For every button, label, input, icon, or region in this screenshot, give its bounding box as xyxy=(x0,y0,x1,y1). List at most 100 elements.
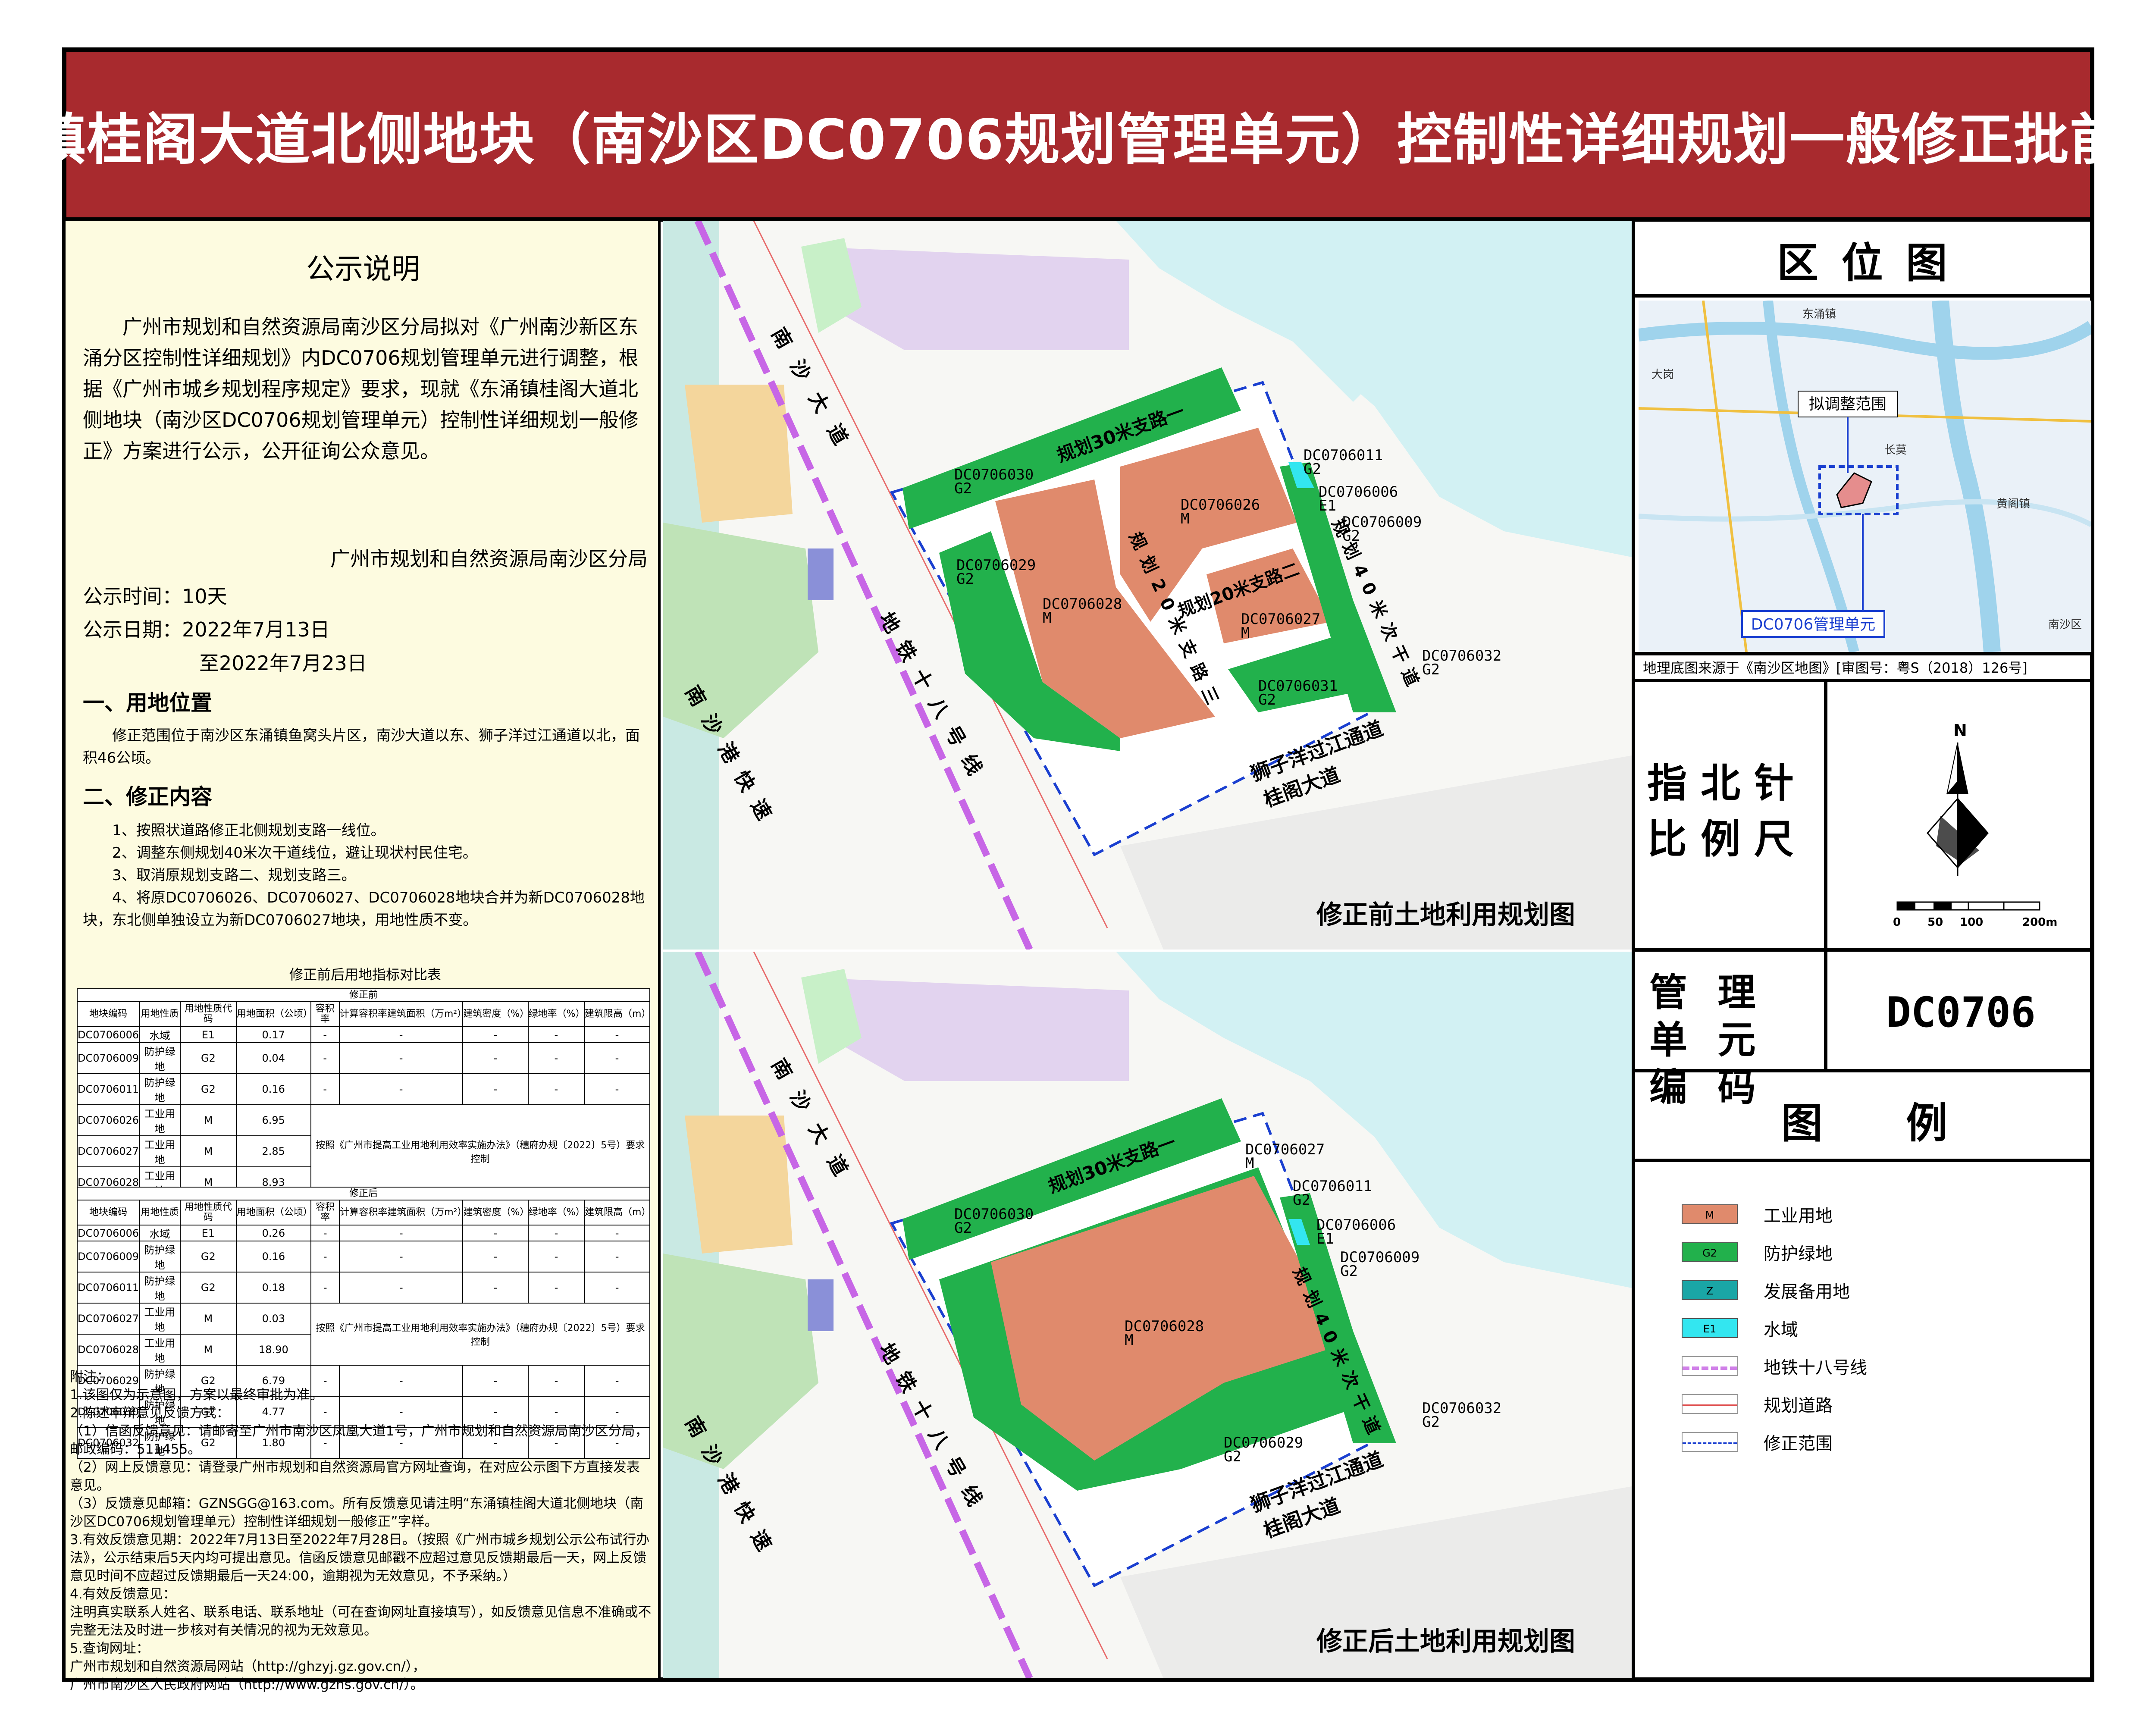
legend-item: 地铁十八号线 xyxy=(1682,1354,1867,1379)
note-line: 3.有效反馈意见期：2022年7月13日至2022年7月28日。（按照《广州市城… xyxy=(70,1532,650,1584)
legend-item: E1 水域 xyxy=(1682,1316,1798,1341)
parcel-type: E1 xyxy=(1319,497,1336,514)
notice-date-to: 至2022年7月23日 xyxy=(199,652,367,675)
table-cell: M xyxy=(179,1303,237,1335)
table-cell: - xyxy=(462,1042,529,1074)
parcel-type: G2 xyxy=(1340,1263,1358,1280)
legend-title: 图 例 xyxy=(1781,1099,1948,1147)
parcel-type: G2 xyxy=(1293,1191,1310,1209)
notice-date-from: 公示日期：2022年7月13日 xyxy=(83,618,330,641)
location-map-box: 区 位 图 拟调整范围 DC0706管理单元 东涌镇 黄阁镇 南沙区 长莫 大岗 xyxy=(1634,221,2094,682)
table-cell: 0.17 xyxy=(235,1026,311,1043)
table-cell: 工业用地 xyxy=(139,1135,181,1167)
parcel-type: G2 xyxy=(1342,527,1360,545)
table-cell: G2 xyxy=(180,1073,237,1105)
table-header: 计算容积率建筑面积（万m²） xyxy=(339,1200,467,1225)
legend-swatch xyxy=(1682,1356,1738,1376)
map-before-drawing: 南沙大道 地铁十八号线 南沙港快速 狮子洋过江通道 桂阁大道 规划30米支路一 … xyxy=(663,221,1632,951)
table-cell: DC0706011 xyxy=(76,1272,140,1304)
legend-swatch: E1 xyxy=(1682,1318,1738,1338)
table-cell: - xyxy=(310,1073,340,1105)
table-cell: - xyxy=(462,1073,529,1105)
legend-item: Z 发展备用地 xyxy=(1682,1278,1850,1303)
table-cell: - xyxy=(339,1225,464,1241)
parcel-code: DC0706027 xyxy=(1245,1141,1325,1158)
note-line: 1.该图仅为示意图，方案以最终审批为准。 xyxy=(70,1387,323,1403)
table-cell: E1 xyxy=(180,1026,237,1043)
table-cell: - xyxy=(339,1272,464,1304)
table-cell: 0.16 xyxy=(235,1073,311,1105)
table-header: 地块编码 xyxy=(76,1001,140,1027)
parcel-type: G2 xyxy=(1422,1413,1440,1431)
title-banner: 东涌镇桂阁大道北侧地块（南沙区DC0706规划管理单元）控制性详细规划一般修正批… xyxy=(0,47,2156,222)
table-cell: - xyxy=(310,1026,340,1043)
table-cell: 防护绿地 xyxy=(139,1241,181,1272)
parcel-type: G2 xyxy=(954,480,972,497)
scale-label: 比 例 尺 xyxy=(1647,816,1794,862)
table-cell: 0.26 xyxy=(235,1225,312,1241)
scale-0: 0 xyxy=(1893,916,1901,929)
table-header: 容积率 xyxy=(310,1200,340,1225)
table-cell: 0.04 xyxy=(235,1042,311,1074)
table-cell: M xyxy=(180,1104,237,1136)
legend-label: 规划道路 xyxy=(1764,1396,1833,1416)
section2-title: 二、修正内容 xyxy=(83,784,212,809)
page-title: 东涌镇桂阁大道北侧地块（南沙区DC0706规划管理单元）控制性详细规划一般修正批… xyxy=(0,107,2156,172)
table-cell: 0.18 xyxy=(235,1272,312,1304)
legend-label: 发展备用地 xyxy=(1764,1282,1850,1302)
table-cell: - xyxy=(584,1272,650,1304)
parcel-type: G2 xyxy=(1258,691,1276,708)
place-dongchong: 东涌镇 xyxy=(1802,308,1836,321)
table-cell: - xyxy=(462,1241,529,1272)
table-row: DC0706026 工业用地 M 6.95 按照《广州市提高工业用地利用效率实施办法》（… xyxy=(76,1104,651,1198)
table-merged-note: 按照《广州市提高工业用地利用效率实施办法》（穗府办规〔2022〕5号）要求控制 xyxy=(310,1104,651,1198)
table-cell: E1 xyxy=(179,1225,237,1241)
parcel-type: M xyxy=(1125,1332,1133,1349)
table-cell: DC0706028 xyxy=(76,1334,140,1366)
parcel-type: G2 xyxy=(1304,461,1321,478)
parcel-type: M xyxy=(1241,624,1250,642)
parcel-code: DC0706028 xyxy=(1125,1318,1204,1335)
table-cell: DC0706006 xyxy=(76,1026,140,1043)
table-cell: 2.85 xyxy=(235,1135,311,1167)
note-line: 5.查询网址： xyxy=(70,1641,150,1656)
table-cell: 工业用地 xyxy=(139,1104,181,1136)
table-cell: M xyxy=(180,1135,237,1167)
table-cell: DC0706011 xyxy=(76,1073,140,1105)
note-line: 附注： xyxy=(70,1369,110,1385)
unit-code: DC0706 xyxy=(1886,988,2036,1037)
table-header: 绿地率（%） xyxy=(527,1001,585,1027)
table-header: 用地面积（公顷） xyxy=(235,1001,313,1027)
legend-swatch: M xyxy=(1682,1204,1738,1224)
place-changmo: 长莫 xyxy=(1884,444,1907,457)
table-cell: 防护绿地 xyxy=(139,1073,181,1105)
table-header: 容积率 xyxy=(310,1001,340,1027)
table-header: 用地性质代码 xyxy=(179,1200,237,1225)
table-cell: - xyxy=(583,1073,651,1105)
table-row: DC0706027 工业用地 M 0.03 按照《广州市提高工业用地利用效率实施办法》（… xyxy=(76,1303,650,1366)
note-line: 2.陈述申辩意见反馈方式： xyxy=(70,1405,230,1421)
table-header: 建筑密度（%） xyxy=(462,1001,529,1027)
note-line: 广州市规划和自然资源局网站（http://ghzyj.gz.gov.cn/）， xyxy=(70,1659,426,1674)
table-cell: - xyxy=(310,1241,340,1272)
parcel-type: E1 xyxy=(1316,1230,1334,1247)
note-line: （1）信函反馈意见：请邮寄至广州市南沙区凤凰大道1号，广州市规划和自然资源局南沙… xyxy=(70,1423,649,1457)
compass-box: 指 北 针 比 例 尺 N 0 50 100 200m xyxy=(1634,682,2094,952)
legend-item: 修正范围 xyxy=(1682,1429,1833,1454)
table-cell: - xyxy=(583,1042,651,1074)
table-cell: - xyxy=(462,1272,529,1304)
compass-label: 指 北 针 xyxy=(1647,760,1794,806)
table-header: 建筑限高（m） xyxy=(584,1200,651,1225)
table-cell: 防护绿地 xyxy=(139,1042,181,1074)
parcel-type: G2 xyxy=(1224,1448,1241,1465)
table-header: 地块编码 xyxy=(76,1200,140,1225)
note-line: 广州市南沙区人民政府网站（http://www.gzns.gov.cn/）。 xyxy=(70,1677,424,1692)
table-cell: - xyxy=(583,1026,651,1043)
table-cell: - xyxy=(338,1042,464,1074)
map-after-drawing: 南沙大道 地铁十八号线 南沙港快速 狮子洋过江通道 桂阁大道 规划30米支路一 … xyxy=(663,952,1632,1678)
notice-panel: 公示说明 广州市规划和自然资源局南沙区分局拟对《广州南沙新区东涌分区控制性详细规… xyxy=(66,221,661,1692)
table-header: 绿地率（%） xyxy=(527,1200,585,1225)
table-cell: DC0706009 xyxy=(76,1042,140,1074)
legend-label: 防护绿地 xyxy=(1764,1244,1833,1264)
section2-item: 3、取消原规划支路二、规划支路三。 xyxy=(112,867,356,884)
